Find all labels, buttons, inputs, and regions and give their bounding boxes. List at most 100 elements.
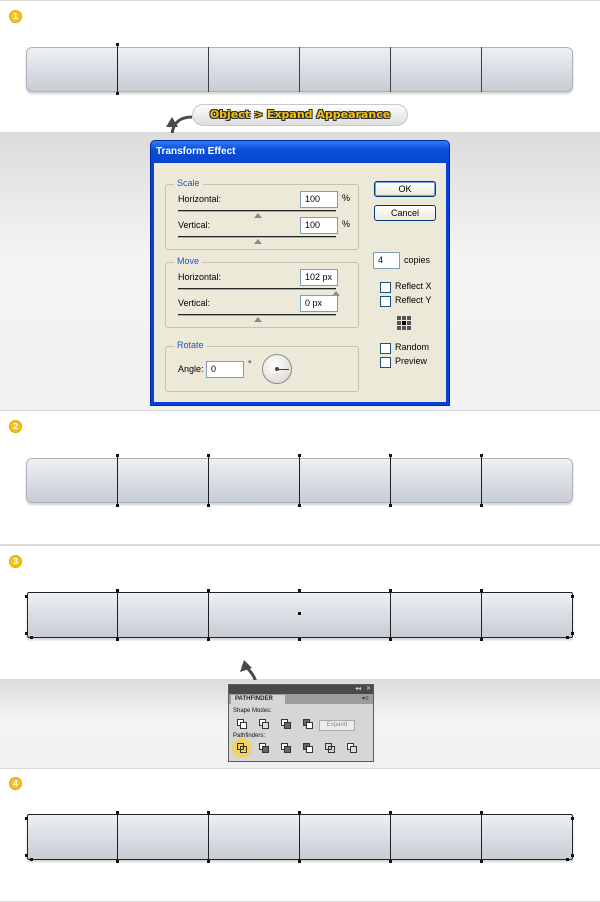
anchor-point[interactable] bbox=[116, 638, 119, 641]
expand-button[interactable]: Expand bbox=[319, 720, 355, 731]
anchor-point[interactable] bbox=[566, 636, 569, 639]
collapse-icon[interactable]: ◂◂ bbox=[355, 685, 361, 692]
move-vertical-input[interactable]: 0 px bbox=[300, 295, 338, 312]
rotate-group-title: Rotate bbox=[174, 340, 207, 350]
scale-vertical-unit: % bbox=[342, 219, 351, 229]
anchor-point[interactable] bbox=[116, 43, 119, 46]
dialog-title: Transform Effect bbox=[151, 141, 449, 163]
anchor-point[interactable] bbox=[298, 504, 301, 507]
segment-divider-3 bbox=[299, 47, 300, 92]
anchor-point[interactable] bbox=[389, 811, 392, 814]
anchor-point[interactable] bbox=[571, 854, 574, 857]
merge-icon[interactable] bbox=[281, 743, 292, 754]
anchor-point[interactable] bbox=[389, 504, 392, 507]
move-horizontal-slider[interactable] bbox=[178, 288, 336, 290]
anchor-point[interactable] bbox=[389, 454, 392, 457]
anchor-point[interactable] bbox=[116, 589, 119, 592]
move-vertical-slider-thumb[interactable] bbox=[254, 317, 262, 322]
segment-divider-1 bbox=[117, 812, 118, 862]
anchor-point[interactable] bbox=[480, 638, 483, 641]
anchor-point[interactable] bbox=[207, 638, 210, 641]
anchor-point[interactable] bbox=[116, 811, 119, 814]
scale-vertical-slider-thumb[interactable] bbox=[254, 239, 262, 244]
anchor-point[interactable] bbox=[298, 860, 301, 863]
anchor-point[interactable] bbox=[571, 632, 574, 635]
anchor-point[interactable] bbox=[480, 454, 483, 457]
selected-shapes-bar bbox=[27, 592, 573, 638]
cancel-button[interactable]: Cancel bbox=[374, 205, 436, 221]
copies-input[interactable]: 4 bbox=[373, 252, 400, 269]
anchor-point[interactable] bbox=[298, 612, 301, 615]
move-group-title: Move bbox=[174, 256, 203, 266]
anchor-point[interactable] bbox=[298, 589, 301, 592]
copies-label: copies bbox=[404, 255, 431, 265]
anchor-point[interactable] bbox=[480, 589, 483, 592]
scale-vertical-input[interactable]: 100 bbox=[300, 217, 338, 234]
step-1-panel: 1 Object > Expand Appearance bbox=[0, 0, 600, 138]
anchor-point[interactable] bbox=[30, 636, 33, 639]
scale-horizontal-slider[interactable] bbox=[178, 210, 336, 212]
segment-divider-2 bbox=[208, 455, 209, 506]
step-4-panel: 4 bbox=[0, 768, 600, 902]
segment-divider-5 bbox=[481, 47, 482, 92]
angle-dial[interactable] bbox=[262, 354, 292, 384]
step-3-panel: 3 bbox=[0, 545, 600, 687]
panel-menu-icon[interactable]: ▾≡ bbox=[362, 695, 369, 702]
anchor-point[interactable] bbox=[566, 858, 569, 861]
close-icon[interactable]: ✕ bbox=[366, 685, 371, 692]
unite-icon[interactable] bbox=[237, 719, 248, 730]
angle-input[interactable]: 0 bbox=[206, 361, 244, 378]
minus-front-icon[interactable] bbox=[259, 719, 270, 730]
anchor-point[interactable] bbox=[207, 504, 210, 507]
anchor-point[interactable] bbox=[207, 811, 210, 814]
scale-group-title: Scale bbox=[174, 178, 203, 188]
exclude-icon[interactable] bbox=[303, 719, 314, 730]
preview-checkbox[interactable] bbox=[380, 357, 391, 368]
segment-divider-2 bbox=[208, 812, 209, 862]
anchor-point[interactable] bbox=[207, 454, 210, 457]
anchor-point[interactable] bbox=[116, 454, 119, 457]
anchor-point[interactable] bbox=[207, 860, 210, 863]
reflect-x-label: Reflect X bbox=[395, 281, 432, 291]
anchor-point[interactable] bbox=[298, 638, 301, 641]
reflect-y-checkbox[interactable] bbox=[380, 296, 391, 307]
ok-button[interactable]: OK bbox=[374, 181, 436, 197]
anchor-point[interactable] bbox=[30, 858, 33, 861]
anchor-point[interactable] bbox=[207, 589, 210, 592]
anchor-point[interactable] bbox=[571, 817, 574, 820]
scale-group: Scale Horizontal: 100 % Vertical: 100 % bbox=[165, 178, 359, 250]
anchor-point[interactable] bbox=[116, 860, 119, 863]
anchor-point[interactable] bbox=[25, 632, 28, 635]
anchor-point[interactable] bbox=[389, 589, 392, 592]
scale-horizontal-input[interactable]: 100 bbox=[300, 191, 338, 208]
scale-horizontal-slider-thumb[interactable] bbox=[254, 213, 262, 218]
angle-dial-indicator bbox=[277, 369, 289, 370]
tab-pathfinder[interactable]: PATHFINDER bbox=[231, 695, 285, 704]
anchor-point[interactable] bbox=[480, 860, 483, 863]
outline-icon[interactable] bbox=[325, 743, 336, 754]
anchor-point[interactable] bbox=[571, 595, 574, 598]
reflect-x-checkbox[interactable] bbox=[380, 282, 391, 293]
anchor-point[interactable] bbox=[389, 860, 392, 863]
move-horizontal-input[interactable]: 102 px bbox=[300, 269, 338, 286]
reference-point-icon[interactable] bbox=[397, 316, 412, 331]
anchor-point[interactable] bbox=[25, 595, 28, 598]
intersect-icon[interactable] bbox=[281, 719, 292, 730]
anchor-point[interactable] bbox=[298, 811, 301, 814]
random-label: Random bbox=[395, 342, 430, 352]
anchor-point[interactable] bbox=[389, 638, 392, 641]
random-checkbox[interactable] bbox=[380, 343, 391, 354]
anchor-point[interactable] bbox=[298, 454, 301, 457]
move-vertical-slider[interactable] bbox=[178, 314, 336, 316]
crop-icon[interactable] bbox=[303, 743, 314, 754]
anchor-point[interactable] bbox=[25, 854, 28, 857]
scale-vertical-slider[interactable] bbox=[178, 236, 336, 238]
anchor-point[interactable] bbox=[25, 817, 28, 820]
anchor-point[interactable] bbox=[116, 504, 119, 507]
minus-back-icon[interactable] bbox=[347, 743, 358, 754]
anchor-point[interactable] bbox=[116, 92, 119, 95]
trim-icon[interactable] bbox=[259, 743, 270, 754]
divide-icon[interactable] bbox=[237, 743, 248, 754]
anchor-point[interactable] bbox=[480, 504, 483, 507]
anchor-point[interactable] bbox=[480, 811, 483, 814]
